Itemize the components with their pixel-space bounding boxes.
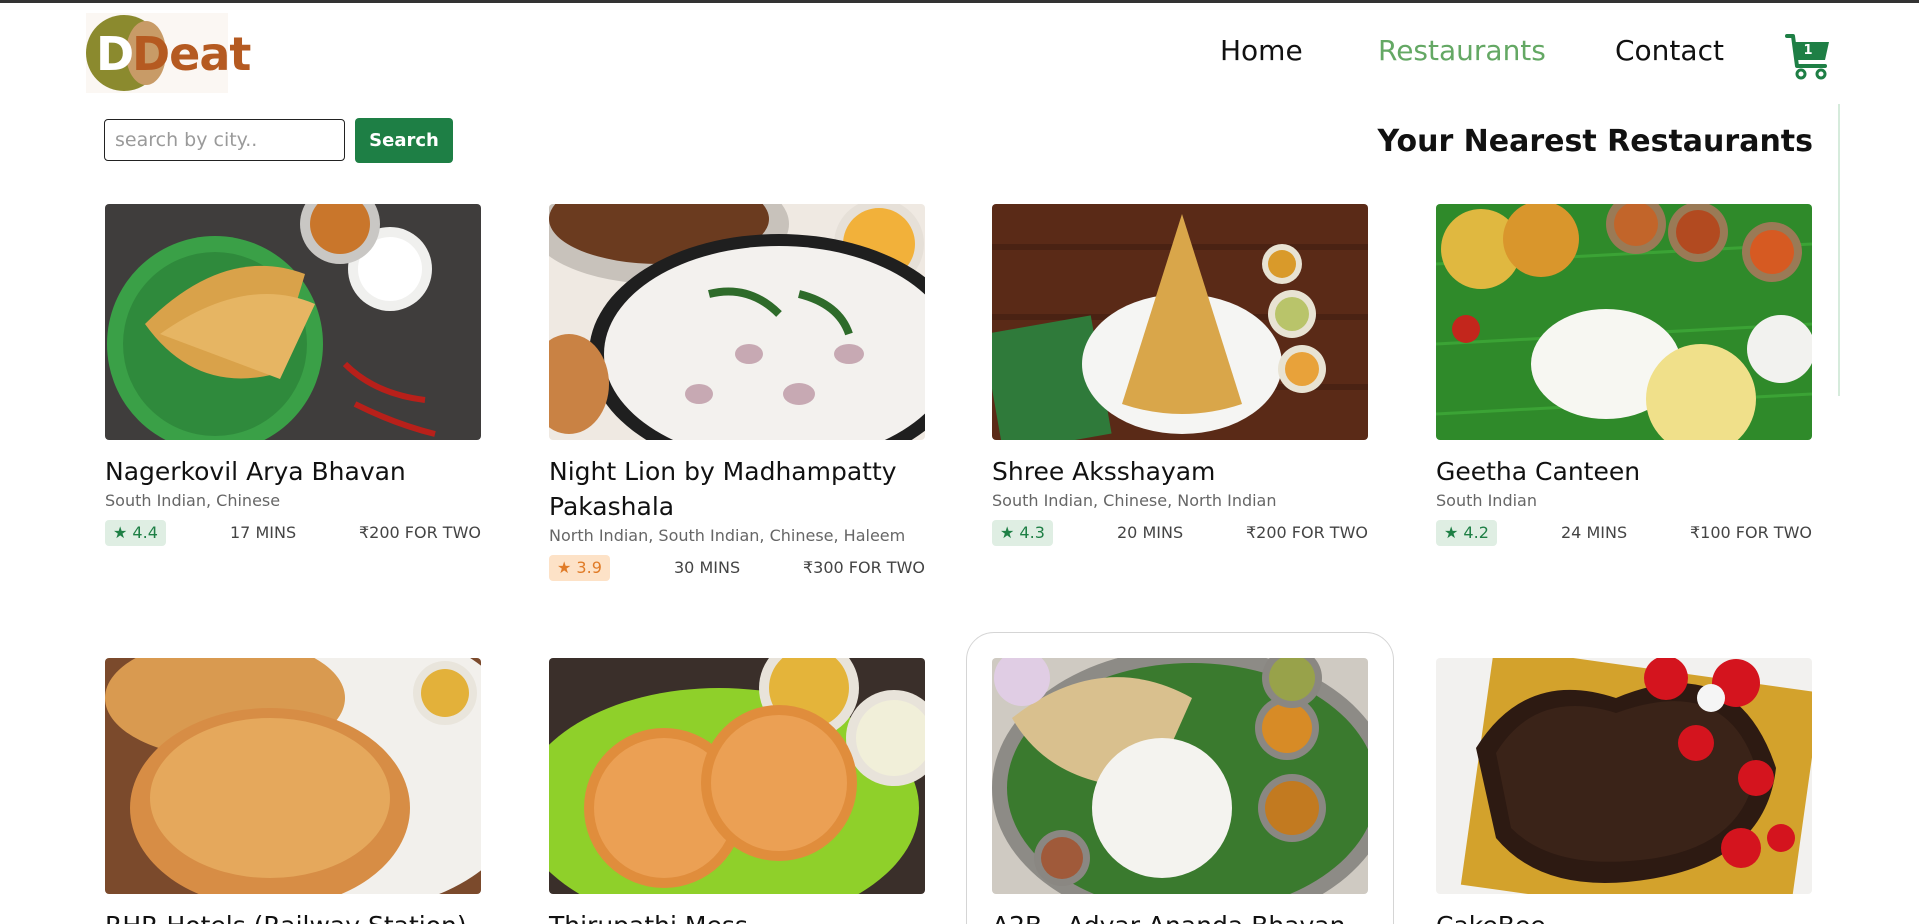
- restaurant-name: A2B - Adyar Ananda Bhavan: [992, 908, 1368, 924]
- top-border: [0, 0, 1919, 3]
- restaurant-card[interactable]: Night Lion by Madhampatty Pakashala Nort…: [549, 204, 925, 581]
- section-title: Your Nearest Restaurants: [1377, 124, 1814, 159]
- cost-for-two: ₹200 FOR TWO: [1246, 523, 1368, 542]
- cost-for-two: ₹300 FOR TWO: [803, 558, 925, 577]
- restaurant-card[interactable]: Shree Aksshayam South Indian, Chinese, N…: [992, 204, 1368, 546]
- restaurant-name: Geetha Canteen: [1436, 457, 1641, 486]
- nav-contact[interactable]: Contact: [1615, 34, 1724, 67]
- logo-text: Deat: [132, 27, 251, 81]
- restaurant-name: Night Lion by Madhampatty Pakashala: [549, 457, 897, 521]
- restaurant-image: [1436, 658, 1812, 894]
- restaurant-image: [105, 658, 481, 894]
- restaurant-cuisine: South Indian, Chinese, North Indian: [992, 491, 1277, 510]
- search-button[interactable]: Search: [355, 118, 453, 163]
- restaurant-name: Nagerkovil Arya Bhavan: [105, 457, 406, 486]
- rating-badge: ★ 4.4: [105, 520, 166, 546]
- rating-badge: ★ 4.2: [1436, 520, 1497, 546]
- delivery-time: 30 MINS: [674, 558, 741, 577]
- cart-count-badge: 1: [1803, 43, 1813, 58]
- restaurant-image: [105, 204, 481, 440]
- rating-badge: ★ 4.3: [992, 520, 1053, 546]
- restaurant-card[interactable]: Geetha Canteen South Indian ★ 4.2 24 MIN…: [1436, 204, 1812, 546]
- cost-for-two: ₹200 FOR TWO: [359, 523, 481, 542]
- divider: [1838, 104, 1840, 396]
- delivery-time: 20 MINS: [1117, 523, 1184, 542]
- restaurant-card[interactable]: CakeBee: [1436, 658, 1812, 924]
- restaurant-name: Thirupathi Mess: [549, 908, 925, 924]
- restaurant-image: [1436, 204, 1812, 440]
- search-input[interactable]: [104, 119, 345, 161]
- restaurant-name: RHR Hotels (Railway Station): [105, 908, 481, 924]
- logo-mark-letter: D: [96, 27, 135, 81]
- restaurant-card[interactable]: Nagerkovil Arya Bhavan South Indian, Chi…: [105, 204, 481, 546]
- restaurant-name: CakeBee: [1436, 908, 1812, 924]
- restaurant-name: Shree Aksshayam: [992, 457, 1216, 486]
- restaurant-image: [992, 658, 1368, 894]
- restaurant-image: [549, 204, 925, 440]
- restaurant-image: [549, 658, 925, 894]
- restaurant-card[interactable]: A2B - Adyar Ananda Bhavan: [966, 632, 1394, 924]
- restaurant-image: [992, 204, 1368, 440]
- restaurant-card[interactable]: RHR Hotels (Railway Station): [105, 658, 481, 924]
- nav-home[interactable]: Home: [1220, 34, 1303, 67]
- cost-for-two: ₹100 FOR TWO: [1690, 523, 1812, 542]
- logo[interactable]: D Deat: [86, 13, 251, 93]
- restaurant-cuisine: North Indian, South Indian, Chinese, Hal…: [549, 526, 906, 545]
- restaurant-card[interactable]: Thirupathi Mess: [549, 658, 925, 924]
- restaurant-cuisine: South Indian: [1436, 491, 1537, 510]
- rating-badge: ★ 3.9: [549, 555, 610, 581]
- restaurant-cuisine: South Indian, Chinese: [105, 491, 281, 510]
- nav-restaurants[interactable]: Restaurants: [1378, 34, 1546, 67]
- delivery-time: 24 MINS: [1561, 523, 1628, 542]
- cart-button[interactable]: 1: [1785, 32, 1831, 80]
- delivery-time: 17 MINS: [230, 523, 297, 542]
